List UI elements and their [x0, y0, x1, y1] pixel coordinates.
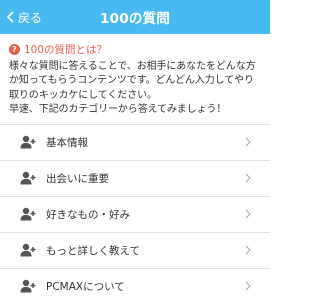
chevron-right-icon — [245, 173, 251, 183]
chevron-right-icon — [245, 209, 251, 219]
question-icon: ? — [9, 44, 20, 55]
page-title: 100の質問 — [100, 11, 170, 27]
chevron-right-icon — [245, 281, 251, 291]
intro-paragraph: 様々な質問に答えることで、お相手にあなたをどんな方か知ってもらうコンテンツです。… — [9, 61, 256, 101]
category-label: もっと詳しく教えて — [46, 244, 140, 257]
user-plus-icon — [20, 207, 36, 221]
user-plus-icon — [20, 279, 36, 293]
back-label: 戻る — [18, 10, 43, 25]
intro-cta: 早速、下記のカテゴリーから答えてみましょう！ — [9, 104, 227, 116]
chevron-right-icon — [245, 137, 251, 147]
back-button[interactable]: 戻る — [4, 0, 42, 34]
top-bar: 戻る 100の質問 — [0, 0, 270, 34]
intro-heading: ? 100の質問とは？ — [9, 42, 262, 57]
user-plus-icon — [20, 243, 36, 257]
category-list: 基本情報 出会いに重要 好きなもの・好み もっと詳しく教えて PCMAXについて — [0, 123, 270, 300]
chevron-left-icon — [6, 11, 14, 23]
category-label: 基本情報 — [46, 136, 88, 149]
category-label: 好きなもの・好み — [46, 208, 130, 221]
category-label: 出会いに重要 — [46, 172, 109, 185]
user-plus-icon — [20, 135, 36, 149]
category-item-about-pcmax[interactable]: PCMAXについて — [0, 268, 270, 300]
intro-heading-text: 100の質問とは？ — [24, 44, 108, 56]
user-plus-icon — [20, 171, 36, 185]
category-label: PCMAXについて — [46, 280, 125, 293]
intro-section: ? 100の質問とは？ 様々な質問に答えることで、お相手にあなたをどんな方か知っ… — [0, 34, 270, 124]
category-item-important[interactable]: 出会いに重要 — [0, 160, 270, 197]
category-item-likes[interactable]: 好きなもの・好み — [0, 196, 270, 233]
chevron-right-icon — [245, 245, 251, 255]
category-item-more-details[interactable]: もっと詳しく教えて — [0, 232, 270, 269]
category-item-basic-info[interactable]: 基本情報 — [0, 124, 270, 161]
